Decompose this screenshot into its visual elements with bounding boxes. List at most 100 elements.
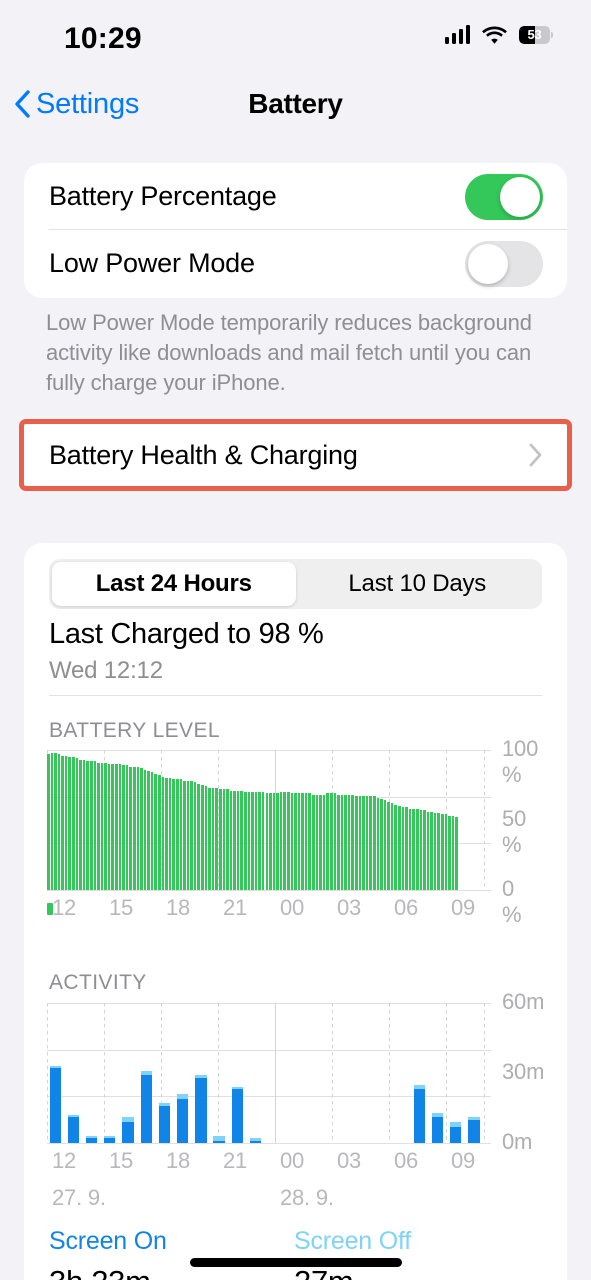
battery-level-bar: [272, 793, 276, 890]
home-indicator[interactable]: [189, 1258, 402, 1267]
row-low-power-mode[interactable]: Low Power Mode: [24, 230, 567, 297]
activity-bar: [177, 1094, 189, 1143]
battery-level-bar: [147, 771, 150, 890]
activity-chart[interactable]: [47, 1003, 491, 1144]
battery-level-bar: [251, 792, 254, 890]
x-axis-tick-label: 18: [166, 895, 191, 920]
activity-bar-screen-off: [49, 1066, 61, 1069]
battery-level-bar: [344, 794, 347, 890]
low-power-mode-toggle[interactable]: [465, 240, 543, 287]
battery-level-bar: [308, 793, 312, 890]
activity-bar-screen-off: [67, 1115, 80, 1118]
battery-level-chart[interactable]: [47, 750, 491, 891]
activity-bar-screen-off: [431, 1112, 444, 1118]
activity-bar-screen-on: [67, 1117, 80, 1143]
activity-bar-screen-on: [158, 1105, 171, 1143]
battery-level-bar: [100, 762, 104, 890]
activity-bar: [413, 1084, 425, 1143]
battery-level-bar: [444, 814, 448, 890]
tab-last-24-hours[interactable]: Last 24 Hours: [52, 562, 296, 606]
battery-level-bar: [240, 790, 243, 890]
battery-percentage-toggle[interactable]: [465, 173, 543, 220]
battery-chart-bars: [47, 750, 484, 890]
activity-bar-screen-on: [140, 1075, 152, 1143]
battery-level-bar: [61, 755, 64, 890]
battery-level-bar: [118, 764, 122, 890]
battery-level-bar: [172, 779, 175, 890]
activity-bar-screen-on: [177, 1098, 189, 1143]
wifi-icon: [482, 25, 507, 44]
activity-bar: [67, 1115, 80, 1143]
battery-level-bar: [168, 778, 172, 890]
battery-level-bar: [319, 794, 322, 890]
battery-level-bar: [193, 782, 197, 890]
battery-level-bar: [226, 789, 229, 890]
battery-level-bar: [54, 752, 57, 890]
status-bar-indicators: 53: [444, 25, 553, 44]
time-range-segmented-control[interactable]: Last 24 Hours Last 10 Days: [49, 559, 542, 609]
battery-level-bar: [161, 776, 165, 890]
battery-usage-card: Last 24 Hours Last 10 Days Last Charged …: [24, 543, 567, 1280]
battery-level-bar: [233, 790, 236, 890]
activity-bar-screen-on: [249, 1140, 262, 1143]
battery-level-bar: [247, 792, 251, 890]
battery-level-bar: [294, 793, 297, 890]
battery-level-bar: [283, 792, 286, 890]
navigation-bar: Settings Battery: [0, 78, 591, 130]
activity-bar-screen-on: [468, 1119, 480, 1143]
battery-level-bar: [111, 764, 115, 890]
page-title: Battery: [248, 88, 343, 119]
battery-level-bar: [125, 765, 129, 890]
battery-level-bar: [222, 789, 226, 890]
screen-on-summary: Screen On 3h 23m: [49, 1227, 167, 1280]
battery-level-bar: [269, 793, 272, 890]
battery-level-bar: [82, 759, 86, 890]
battery-level-bar: [437, 813, 440, 890]
last-charged-title: Last Charged to 98 %: [49, 618, 324, 650]
battery-level-bar: [208, 787, 211, 890]
x-axis-date-label: 28. 9.: [279, 1185, 334, 1210]
x-axis-tick-label: 09: [450, 1148, 476, 1173]
battery-level-bar: [337, 794, 340, 890]
activity-bar-screen-on: [213, 1140, 225, 1143]
activity-bar-screen-on: [195, 1077, 207, 1143]
battery-level-bar: [448, 815, 451, 890]
battery-level-bar: [175, 779, 179, 890]
battery-level-bar: [150, 772, 154, 890]
battery-level-bar: [279, 792, 283, 890]
x-axis-tick-label: 06: [393, 895, 419, 920]
row-battery-percentage[interactable]: Battery Percentage: [24, 163, 567, 230]
activity-bar-screen-off: [122, 1117, 134, 1122]
battery-level-bar: [265, 793, 269, 890]
battery-level-bar: [204, 786, 208, 890]
gridline-vertical: [484, 750, 485, 890]
activity-bar-screen-on: [104, 1138, 116, 1143]
battery-level-bar: [186, 780, 190, 890]
tab-last-10-days[interactable]: Last 10 Days: [296, 562, 540, 606]
x-axis-tick-label: 15: [108, 895, 134, 920]
battery-level-bar: [158, 775, 161, 890]
battery-level-bar: [390, 803, 394, 890]
battery-level-bar: [97, 762, 100, 890]
highlight-box-battery-health: [19, 419, 572, 491]
battery-level-bar: [340, 794, 344, 890]
battery-level-bar: [183, 780, 186, 890]
x-axis-tick-label: 12: [52, 1148, 77, 1173]
battery-level-bar: [333, 793, 337, 890]
low-power-mode-description: Low Power Mode temporarily reduces backg…: [46, 310, 532, 395]
battery-level-bar: [136, 766, 140, 890]
battery-level-bar: [329, 793, 333, 890]
activity-bar-screen-off: [158, 1103, 171, 1106]
battery-icon: 53: [519, 25, 553, 44]
activity-bar-screen-on: [49, 1068, 61, 1143]
x-axis-tick-label: 03: [337, 895, 362, 920]
x-axis-date-label: 27. 9.: [52, 1185, 106, 1210]
battery-level-bar: [426, 811, 430, 890]
signal-bars-icon: [444, 25, 470, 44]
battery-level-bar: [419, 810, 423, 890]
usage-divider: [49, 695, 542, 696]
gridline-horizontal: [47, 890, 491, 891]
x-axis-tick-label: 21: [222, 895, 248, 920]
battery-level-bar: [254, 792, 258, 890]
activity-bar-screen-on: [122, 1121, 134, 1143]
